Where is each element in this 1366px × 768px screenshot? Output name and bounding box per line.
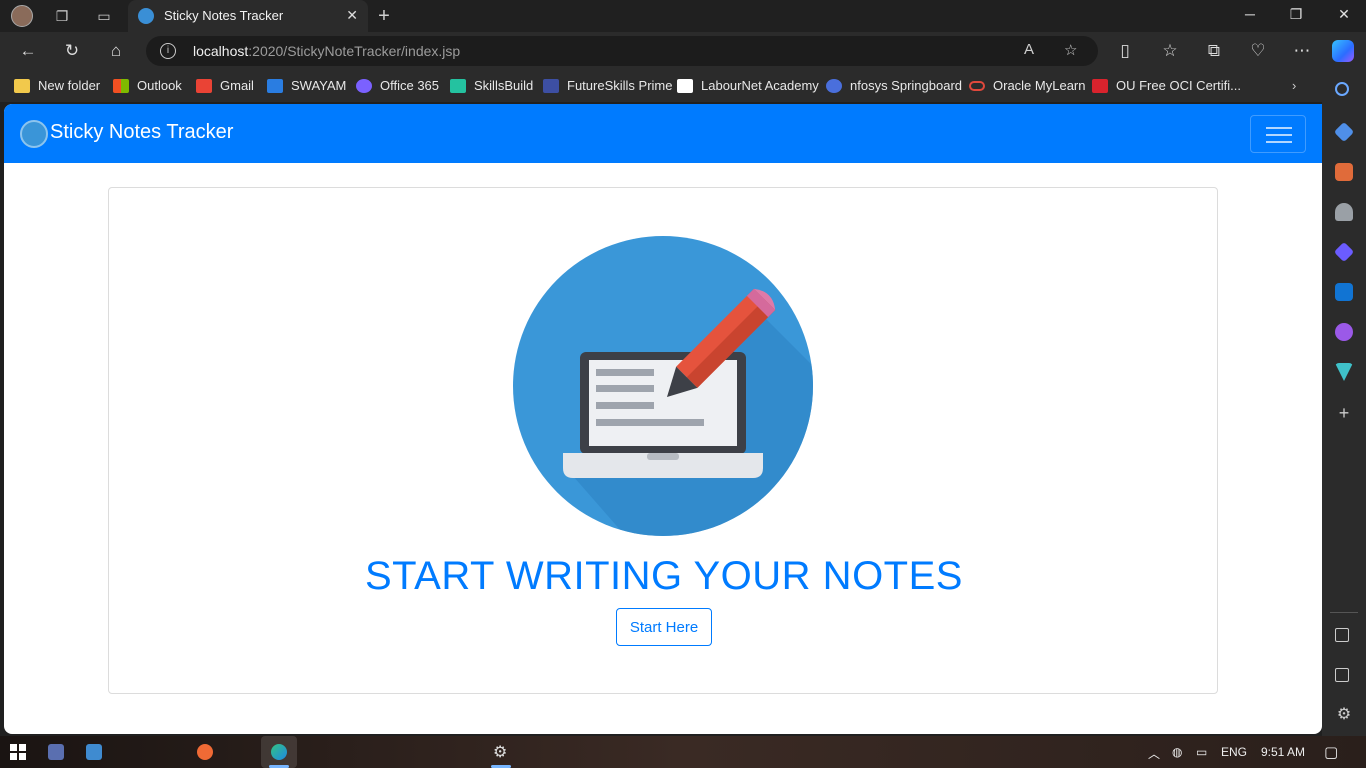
bookmark-item[interactable]: New folder [14,78,100,93]
folder-icon [14,78,30,93]
network-globe-icon[interactable]: ◍ [1172,745,1182,759]
outlook-icon [113,78,129,93]
sidebar-panel-icon[interactable] [1335,628,1349,642]
taskbar-edge-button[interactable] [261,736,297,768]
search-icon[interactable] [1335,82,1349,96]
split-screen-icon[interactable]: ▯ [1113,39,1137,63]
text-line [596,419,704,426]
taskbar-settings-button[interactable]: ⚙ [487,736,515,768]
drop-icon[interactable] [1335,363,1353,381]
tab-actions-icon[interactable]: ▭ [92,4,116,28]
profile-avatar[interactable] [10,4,34,28]
bookmark-item[interactable]: FutureSkills Prime [543,78,672,93]
edge-sidebar: + ⚙ [1322,70,1366,736]
bookmark-item[interactable]: SWAYAM [267,78,346,93]
workspaces-icon[interactable]: ❐ [50,4,74,28]
close-tab-icon[interactable]: ✕ [346,7,358,24]
hamburger-line [1266,141,1292,143]
refresh-icon[interactable]: ↻ [60,39,84,63]
gmail-icon [196,78,212,93]
text-line [596,385,654,392]
copilot-icon[interactable] [1332,40,1354,62]
springboard-icon [826,78,842,93]
settings-gear-icon[interactable]: ⚙ [1335,706,1353,724]
windows-start-icon[interactable] [10,744,26,760]
futureskills-icon [543,78,559,93]
bookmark-item[interactable]: SkillsBuild [450,78,533,93]
browser-tab-bar: ❐ ▭ Sticky Notes Tracker ✕ + ─ ❐ ✕ [0,0,1366,32]
bookmark-item[interactable]: Oracle MyLearn [969,78,1085,93]
bookmark-item[interactable]: LabourNet Academy [677,78,819,93]
oracle-oci-icon [1092,78,1108,93]
hamburger-line [1266,127,1292,129]
bookmark-item[interactable]: Office 365 [356,78,439,93]
browser-essentials-icon[interactable]: ♡ [1246,39,1270,63]
address-url[interactable]: localhost:2020/StickyNoteTracker/index.j… [193,43,460,59]
laptop-notch [647,453,679,460]
minimize-icon[interactable]: ─ [1240,6,1260,26]
url-path: :2020/StickyNoteTracker/index.jsp [248,43,461,59]
collections-icon[interactable]: ⧉ [1202,39,1226,63]
add-icon[interactable]: + [1335,404,1353,422]
swayam-icon [267,78,283,93]
start-here-button[interactable]: Start Here [616,608,712,646]
settings-gear-icon: ⚙ [493,744,508,761]
tab-favicon-icon [138,8,154,24]
navbar-toggler-button[interactable] [1250,115,1306,153]
games-icon[interactable] [1335,203,1353,221]
hero-card: START WRITING YOUR NOTES Start Here [108,187,1218,694]
brand-title[interactable]: Sticky Notes Tracker [50,121,233,144]
outlook-sidebar-icon[interactable] [1335,283,1353,301]
tools-icon[interactable] [1335,163,1353,181]
taskbar-app-icon[interactable] [197,744,213,760]
bookmark-item[interactable]: nfosys Springboard [826,78,962,93]
more-bookmarks-chevron-icon[interactable]: › [1292,78,1296,93]
app-navbar: Sticky Notes Tracker [4,104,1322,163]
skillsbuild-icon [450,78,466,93]
text-line [596,369,654,376]
home-icon[interactable]: ⌂ [104,39,128,63]
new-tab-icon[interactable]: + [372,4,396,28]
labournet-icon [677,78,693,93]
tab-sticky-notes-tracker[interactable]: Sticky Notes Tracker ✕ [128,0,368,32]
laptop-pencil-illustration [513,236,813,536]
read-aloud-icon[interactable]: A [1024,41,1034,58]
battery-icon[interactable]: ▭ [1196,745,1207,759]
taskbar-app-icon[interactable] [86,744,102,760]
brand-logo-icon[interactable] [20,120,48,148]
sidebar-divider [1330,612,1358,613]
copilot-sidebar-icon[interactable] [1333,241,1355,263]
restore-icon[interactable]: ❐ [1286,6,1306,26]
address-bar[interactable]: i localhost:2020/StickyNoteTracker/index… [146,36,1098,66]
text-line [596,402,654,409]
web-page: Sticky Notes Tracker START WRITING YOUR … [4,104,1322,734]
office-365-icon [356,78,372,93]
url-host: localhost [193,43,249,59]
bookmark-item[interactable]: OU Free OCI Certifi... [1092,78,1241,93]
site-info-icon[interactable]: i [160,43,176,59]
edge-icon [271,744,287,760]
notifications-icon[interactable]: ▢ [1324,743,1338,761]
favorites-icon[interactable]: ☆ [1158,39,1182,63]
windows-taskbar: ⚙ ︿ ◍ ▭ ENG 9:51 AM ▢ [0,736,1366,768]
clock-time[interactable]: 9:51 AM [1261,745,1305,759]
oracle-icon [969,80,985,91]
designer-icon[interactable] [1335,323,1353,341]
tab-title: Sticky Notes Tracker [164,8,284,23]
back-icon[interactable]: ← [16,39,40,63]
hero-headline: START WRITING YOUR NOTES [365,554,963,598]
favorite-star-icon[interactable]: ☆ [1064,41,1077,59]
taskbar-app-icon[interactable] [48,744,64,760]
hamburger-line [1266,134,1292,136]
bookmark-item[interactable]: Gmail [196,78,254,93]
open-external-icon[interactable] [1335,668,1349,682]
browser-toolbar: ← ↻ ⌂ i localhost:2020/StickyNoteTracker… [0,32,1366,70]
bookmarks-bar: New folder Outlook Gmail SWAYAM Office 3… [0,70,1322,102]
more-options-icon[interactable]: ⋯ [1290,39,1314,63]
bookmark-item[interactable]: Outlook [113,78,182,93]
language-indicator[interactable]: ENG [1221,745,1247,759]
close-window-icon[interactable]: ✕ [1334,6,1354,26]
shopping-tag-icon[interactable] [1333,121,1355,143]
tray-chevron-icon[interactable]: ︿ [1148,745,1160,762]
